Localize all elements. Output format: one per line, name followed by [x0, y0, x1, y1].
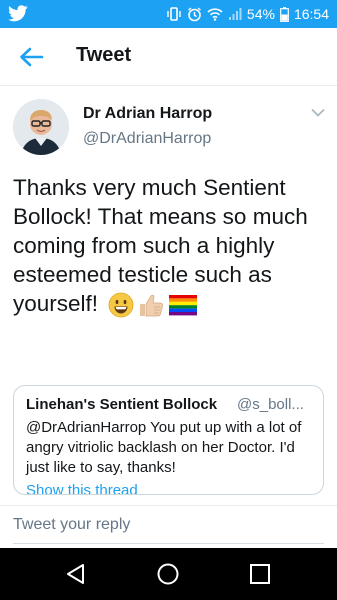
grinning-face-icon	[108, 292, 134, 318]
twitter-bird-icon	[8, 5, 28, 22]
show-thread-link[interactable]: Show this thread	[26, 482, 138, 494]
thumbs-up-icon	[140, 294, 164, 317]
battery-icon	[280, 6, 289, 22]
back-arrow-icon[interactable]	[18, 46, 44, 68]
tweet-text: Thanks very much Sentient Bollock! That …	[13, 173, 331, 318]
wifi-icon	[207, 8, 223, 21]
battery-percent: 54%	[246, 6, 275, 22]
quoted-tweet-card[interactable]: Linehan's Sentient Bollock @s_boll... @D…	[13, 385, 324, 495]
author-handle[interactable]: @DrAdrianHarrop	[83, 130, 211, 148]
status-bar: 54% 16:54	[0, 0, 337, 28]
author-name[interactable]: Dr Adrian Harrop	[83, 105, 212, 123]
clock: 16:54	[293, 6, 329, 22]
author-avatar[interactable]	[13, 99, 69, 155]
quoted-tweet-text: @DrAdrianHarrop You put up with a lot of…	[26, 419, 302, 476]
rainbow-flag-icon	[169, 295, 198, 316]
emoji-group	[108, 292, 198, 318]
app-bar: Tweet	[0, 28, 337, 86]
alarm-icon	[187, 6, 201, 21]
quoted-author-handle: @s_boll...	[237, 396, 304, 413]
signal-icon	[228, 8, 242, 20]
reply-bar: Tweet your reply	[0, 505, 337, 548]
back-triangle-icon[interactable]	[64, 562, 88, 586]
quoted-author-name: Linehan's Sentient Bollock	[26, 396, 218, 413]
reply-input[interactable]: Tweet your reply	[13, 516, 130, 534]
home-circle-icon[interactable]	[156, 562, 180, 586]
recents-square-icon[interactable]	[248, 562, 272, 586]
vibrate-icon	[167, 7, 181, 21]
chevron-down-icon[interactable]	[311, 108, 325, 118]
navigation-bar	[0, 548, 337, 600]
page-title: Tweet	[76, 44, 132, 66]
reply-underline	[13, 543, 324, 544]
